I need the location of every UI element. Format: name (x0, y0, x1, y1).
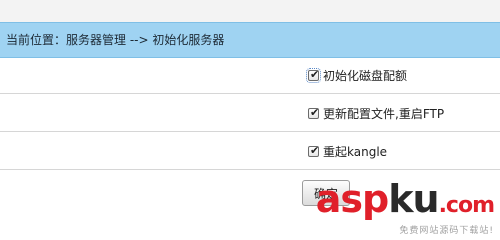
checkmark-icon: ✔ (310, 143, 320, 157)
breadcrumb-text: 当前位置：服务器管理 --> 初始化服务器 (6, 33, 225, 47)
top-strip (0, 0, 500, 23)
init-disk-quota-label: 初始化磁盘配额 (323, 68, 408, 83)
watermark-logo: aspku.com 免费网站源码下载站! (316, 180, 495, 236)
form-row-restart-kangle: ✔ 重起kangle (0, 132, 500, 170)
form-row-init-disk-quota: ✔ 初始化磁盘配额 (0, 58, 500, 94)
checkmark-icon: ✔ (310, 105, 320, 119)
update-config-label: 更新配置文件,重启FTP (323, 106, 445, 121)
form-row-update-config: ✔ 更新配置文件,重启FTP (0, 94, 500, 132)
init-disk-quota-checkbox[interactable]: ✔ (306, 67, 321, 83)
checkmark-icon: ✔ (310, 67, 320, 81)
restart-kangle-label: 重起kangle (323, 144, 388, 159)
watermark-logo-text: aspku.com (316, 180, 495, 224)
watermark-com: .com (438, 193, 495, 218)
update-config-checkbox[interactable]: ✔ (308, 105, 320, 119)
watermark-asp: asp (315, 177, 389, 221)
init-disk-quota-option[interactable]: ✔ 初始化磁盘配额 (306, 67, 408, 83)
watermark-ku: ku (388, 177, 439, 221)
watermark-subtitle: 免费网站源码下载站! (399, 226, 494, 236)
restart-kangle-checkbox[interactable]: ✔ (308, 143, 320, 157)
update-config-option[interactable]: ✔ 更新配置文件,重启FTP (308, 105, 444, 121)
breadcrumb: 当前位置：服务器管理 --> 初始化服务器 (0, 22, 500, 58)
restart-kangle-option[interactable]: ✔ 重起kangle (308, 143, 387, 159)
